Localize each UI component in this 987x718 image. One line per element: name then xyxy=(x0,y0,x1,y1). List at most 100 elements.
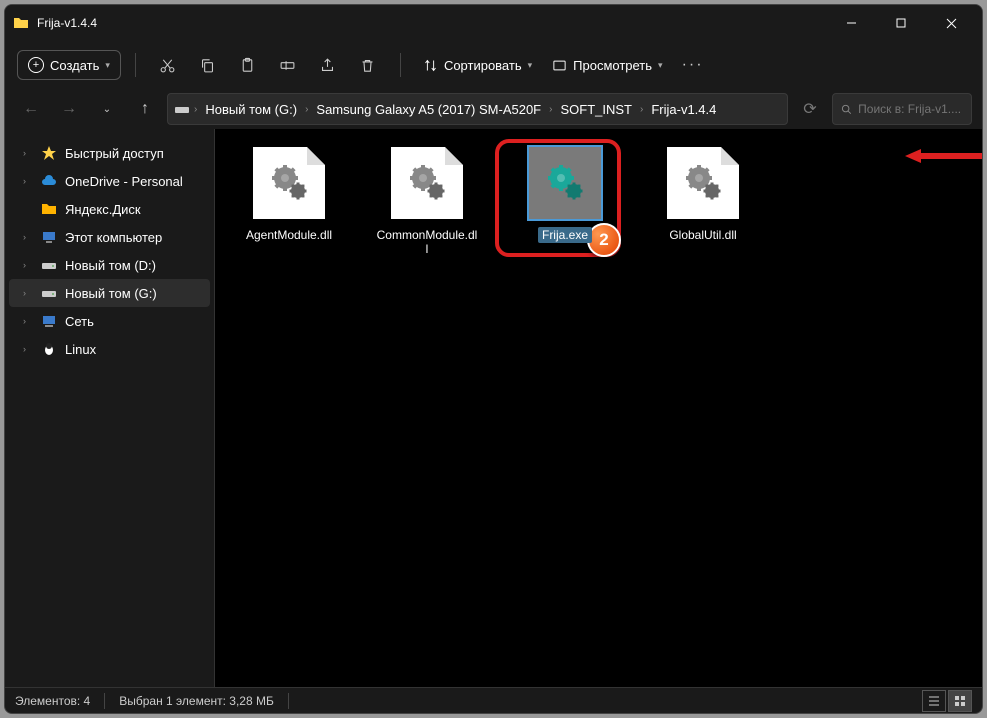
share-button[interactable] xyxy=(310,47,346,83)
sidebar-label: Яндекс.Диск xyxy=(65,202,141,217)
back-button[interactable]: ← xyxy=(15,93,47,125)
chevron-down-icon: ▾ xyxy=(105,60,110,71)
folder-icon xyxy=(41,201,57,217)
caret-icon: › xyxy=(23,176,33,186)
status-bar: Элементов: 4 Выбран 1 элемент: 3,28 МБ xyxy=(5,687,982,713)
sidebar-label: Сеть xyxy=(65,314,94,329)
titlebar[interactable]: Frija-v1.4.4 xyxy=(5,5,982,41)
sort-label: Сортировать xyxy=(444,58,522,73)
caret-icon: › xyxy=(23,148,33,158)
chevron-down-icon: ▾ xyxy=(658,60,663,71)
delete-button[interactable] xyxy=(350,47,386,83)
file-icon xyxy=(253,147,325,219)
minimize-button[interactable] xyxy=(828,7,874,39)
chevron-right-icon: › xyxy=(638,104,645,115)
drive-icon xyxy=(41,285,57,301)
file-item[interactable]: GlobalUtil.dll xyxy=(643,147,763,243)
separator xyxy=(135,53,136,77)
separator xyxy=(288,693,289,709)
file-item[interactable]: AgentModule.dll xyxy=(229,147,349,243)
sidebar-item[interactable]: › Новый том (D:) xyxy=(5,251,214,279)
caret-icon: › xyxy=(23,288,33,298)
file-item[interactable]: Frija.exe xyxy=(505,147,625,243)
search-icon xyxy=(841,103,852,116)
item-count: Элементов: 4 xyxy=(15,694,90,708)
selection-info: Выбран 1 элемент: 3,28 МБ xyxy=(119,694,274,708)
sidebar-item[interactable]: › Быстрый доступ xyxy=(5,139,214,167)
breadcrumb-item[interactable]: Frija-v1.4.4 xyxy=(647,100,720,119)
rename-button[interactable] xyxy=(270,47,306,83)
file-name: AgentModule.dll xyxy=(242,227,336,243)
caret-icon: › xyxy=(23,344,33,354)
separator xyxy=(400,53,401,77)
caret-icon: › xyxy=(23,316,33,326)
sidebar-item[interactable]: › Сеть xyxy=(5,307,214,335)
sidebar-label: Linux xyxy=(65,342,96,357)
copy-button[interactable] xyxy=(190,47,226,83)
forward-button[interactable]: → xyxy=(53,93,85,125)
toolbar: + Создать ▾ Сортировать ▾ Просмотреть ▾ … xyxy=(5,41,982,89)
folder-icon xyxy=(13,15,29,31)
explorer-window: Frija-v1.4.4 + Создать ▾ Сортировать ▾ П… xyxy=(4,4,983,714)
chevron-right-icon: › xyxy=(303,104,310,115)
drive-icon xyxy=(41,257,57,273)
drive-icon xyxy=(174,101,190,117)
more-button[interactable]: ··· xyxy=(675,47,711,83)
address-bar: ← → ⌄ ↑ › Новый том (G:) › Samsung Galax… xyxy=(5,89,982,129)
window-title: Frija-v1.4.4 xyxy=(37,16,828,30)
view-label: Просмотреть xyxy=(573,58,652,73)
icons-view-button[interactable] xyxy=(948,690,972,712)
caret-icon: › xyxy=(23,260,33,270)
breadcrumb[interactable]: › Новый том (G:) › Samsung Galaxy A5 (20… xyxy=(167,93,788,125)
close-button[interactable] xyxy=(928,7,974,39)
recent-button[interactable]: ⌄ xyxy=(91,93,123,125)
search-input[interactable] xyxy=(858,102,963,116)
breadcrumb-item[interactable]: Новый том (G:) xyxy=(201,100,301,119)
caret-icon: › xyxy=(23,232,33,242)
view-button[interactable]: Просмотреть ▾ xyxy=(544,52,670,79)
tux-icon xyxy=(41,341,57,357)
sidebar: › Быстрый доступ › OneDrive - Personal Яндек… xyxy=(5,129,215,687)
file-name: Frija.exe xyxy=(538,227,592,243)
chevron-right-icon: › xyxy=(192,104,199,115)
cloud-icon xyxy=(41,173,57,189)
sidebar-label: Быстрый доступ xyxy=(65,146,164,161)
search-box[interactable] xyxy=(832,93,972,125)
paste-button[interactable] xyxy=(230,47,266,83)
details-view-button[interactable] xyxy=(922,690,946,712)
create-button[interactable]: + Создать ▾ xyxy=(17,50,121,80)
sidebar-item[interactable]: › Новый том (G:) xyxy=(9,279,210,307)
sidebar-item[interactable]: Яндекс.Диск xyxy=(5,195,214,223)
sort-button[interactable]: Сортировать ▾ xyxy=(415,52,540,79)
sidebar-item[interactable]: › Этот компьютер xyxy=(5,223,214,251)
cut-button[interactable] xyxy=(150,47,186,83)
breadcrumb-item[interactable]: Samsung Galaxy A5 (2017) SM-A520F xyxy=(312,100,545,119)
plus-icon: + xyxy=(28,57,44,73)
create-label: Создать xyxy=(50,58,99,73)
file-icon xyxy=(667,147,739,219)
chevron-down-icon: ▾ xyxy=(528,60,533,71)
up-button[interactable]: ↑ xyxy=(129,93,161,125)
separator xyxy=(104,693,105,709)
file-icon xyxy=(391,147,463,219)
sidebar-label: Этот компьютер xyxy=(65,230,162,245)
file-name: CommonModule.dll xyxy=(372,227,482,257)
file-grid[interactable]: 1 2 AgentModule.dllCommonModule.dllFrija… xyxy=(215,129,982,687)
sidebar-label: OneDrive - Personal xyxy=(65,174,183,189)
sidebar-label: Новый том (G:) xyxy=(65,286,157,301)
sidebar-item[interactable]: › OneDrive - Personal xyxy=(5,167,214,195)
sort-icon xyxy=(423,58,438,73)
star-icon xyxy=(41,145,57,161)
net-icon xyxy=(41,313,57,329)
file-icon xyxy=(529,147,601,219)
pc-icon xyxy=(41,229,57,245)
refresh-button[interactable]: ⟳ xyxy=(794,93,826,125)
file-name: GlobalUtil.dll xyxy=(665,227,740,243)
breadcrumb-item[interactable]: SOFT_INST xyxy=(556,100,636,119)
arrow-annotation xyxy=(905,149,982,163)
maximize-button[interactable] xyxy=(878,7,924,39)
file-item[interactable]: CommonModule.dll xyxy=(367,147,487,257)
sidebar-item[interactable]: › Linux xyxy=(5,335,214,363)
sidebar-label: Новый том (D:) xyxy=(65,258,156,273)
chevron-right-icon: › xyxy=(547,104,554,115)
